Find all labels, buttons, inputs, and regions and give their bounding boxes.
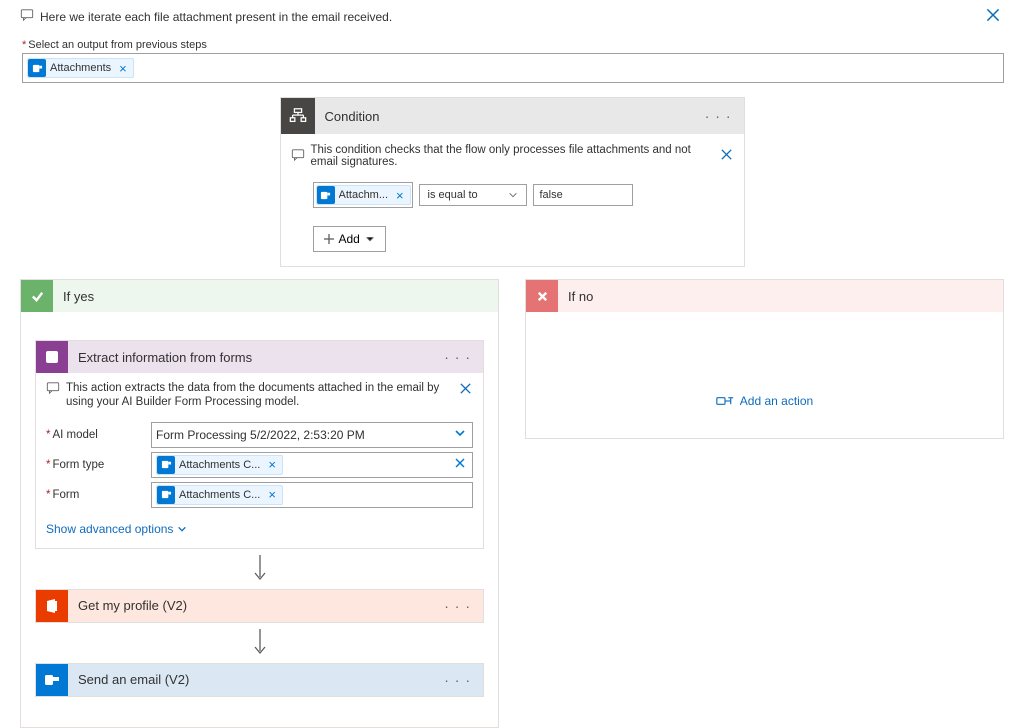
outlook-icon (317, 186, 335, 204)
condition-title: Condition (315, 109, 693, 124)
condition-description: This condition checks that the flow only… (311, 144, 719, 168)
ai-builder-icon (36, 341, 68, 373)
comment-icon (46, 381, 60, 398)
token-remove-icon[interactable]: × (392, 188, 408, 203)
condition-card: Condition · · · This condition checks th… (280, 97, 745, 267)
ai-model-label: *AI model (46, 429, 151, 441)
select-output-input[interactable]: Attachments × (22, 53, 1004, 83)
form-type-label: *Form type (46, 459, 151, 471)
token-remove-icon[interactable]: × (264, 457, 280, 472)
condition-value-input[interactable]: false (533, 184, 633, 206)
form-type-input[interactable]: Attachments C... × (151, 452, 473, 478)
if-no-branch: If no Add an action (525, 279, 1004, 439)
add-condition-button[interactable]: Add (313, 226, 386, 252)
extract-menu[interactable]: · · · (432, 349, 483, 365)
send-email-title: Send an email (V2) (68, 672, 432, 687)
condition-menu[interactable]: · · · (693, 108, 744, 124)
add-action-button[interactable]: Add an action (540, 394, 989, 408)
chevron-down-icon (508, 190, 518, 200)
extract-title: Extract information from forms (68, 350, 432, 365)
select-output-label: *Select an output from previous steps (22, 39, 1024, 51)
outlook-icon (28, 59, 46, 77)
comment-icon (20, 8, 34, 25)
condition-rule: Attachm... × is equal to false (313, 182, 712, 208)
attachments-token[interactable]: Attachments × (27, 58, 134, 78)
extract-action: Extract information from forms · · · Thi… (35, 340, 484, 549)
form-type-token[interactable]: Attachments C... × (156, 455, 283, 475)
office-icon (36, 590, 68, 622)
branch-yes-title: If yes (63, 289, 94, 304)
check-icon (21, 280, 53, 312)
token-remove-icon[interactable]: × (264, 487, 280, 502)
close-icon[interactable] (719, 147, 734, 165)
send-email-action[interactable]: Send an email (V2) · · · (35, 663, 484, 697)
outlook-icon (36, 664, 68, 696)
form-label: *Form (46, 489, 151, 501)
outlook-icon (157, 456, 175, 474)
condition-icon (281, 98, 315, 134)
add-action-icon (716, 394, 734, 408)
flow-arrow (35, 555, 484, 583)
x-icon (526, 280, 558, 312)
attachment-token[interactable]: Attachm... × (316, 185, 411, 205)
show-advanced-link[interactable]: Show advanced options (46, 522, 187, 536)
clear-icon[interactable] (454, 457, 466, 472)
comment-icon (291, 148, 305, 165)
outlook-icon (157, 486, 175, 504)
chevron-down-icon[interactable] (454, 427, 466, 442)
condition-left-operand[interactable]: Attachm... × (313, 182, 413, 208)
get-profile-action[interactable]: Get my profile (V2) · · · (35, 589, 484, 623)
chevron-down-icon (365, 234, 375, 244)
email-menu[interactable]: · · · (432, 672, 483, 688)
token-remove-icon[interactable]: × (115, 61, 131, 76)
close-icon[interactable] (458, 381, 473, 399)
ai-model-select[interactable]: Form Processing 5/2/2022, 2:53:20 PM (151, 422, 473, 448)
form-input[interactable]: Attachments C... × (151, 482, 473, 508)
extract-description: This action extracts the data from the d… (66, 381, 458, 410)
branch-no-title: If no (568, 289, 593, 304)
if-yes-branch: If yes Extract information from forms · … (20, 279, 499, 728)
profile-menu[interactable]: · · · (432, 598, 483, 614)
loop-description: Here we iterate each file attachment pre… (40, 10, 392, 24)
close-icon[interactable] (984, 6, 1002, 27)
form-token[interactable]: Attachments C... × (156, 485, 283, 505)
condition-operator-select[interactable]: is equal to (419, 184, 527, 206)
get-profile-title: Get my profile (V2) (68, 598, 432, 613)
flow-arrow (35, 629, 484, 657)
